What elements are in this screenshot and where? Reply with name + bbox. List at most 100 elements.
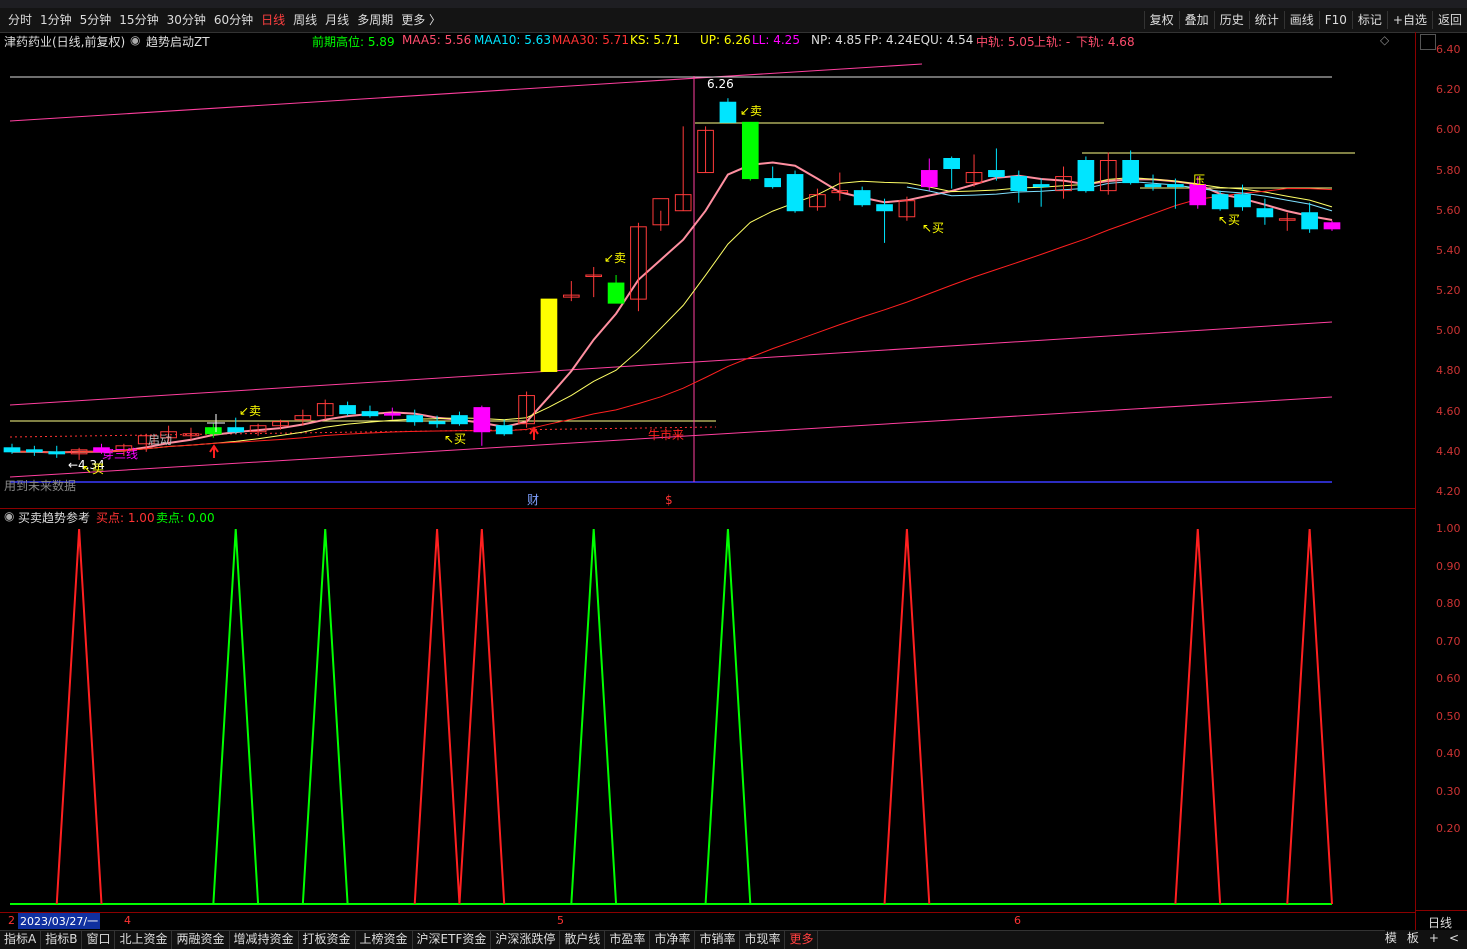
action-button[interactable]: +自选 [1386, 11, 1432, 29]
bottom-tab[interactable]: 指标B [41, 931, 83, 949]
financial-marker: 财 [527, 493, 539, 507]
candle-body [1144, 184, 1162, 188]
bottom-tab[interactable]: 市现率 [740, 931, 786, 949]
bottom-control[interactable]: < [1449, 930, 1459, 948]
action-button[interactable]: F10 [1318, 11, 1352, 29]
signal-name[interactable]: 买卖趋势参考 [18, 509, 90, 526]
action-button[interactable]: 标记 [1351, 11, 1387, 29]
action-button[interactable]: 叠加 [1178, 11, 1214, 29]
candle-body [607, 282, 625, 304]
buy-marker: ↖买 [1218, 213, 1240, 227]
action-button[interactable]: 返回 [1431, 11, 1467, 29]
bottom-tab[interactable]: 市净率 [650, 931, 696, 949]
period-tab[interactable]: 5分钟 [76, 11, 116, 29]
candle [719, 98, 737, 123]
sell-marker: ↙卖 [604, 251, 626, 265]
bottom-tab[interactable]: 上榜资金 [356, 931, 413, 949]
bottom-tab[interactable]: 更多 [785, 931, 819, 949]
period-tab[interactable]: 日线 [257, 11, 289, 29]
candle [674, 126, 692, 212]
period-tab[interactable]: 1分钟 [36, 11, 76, 29]
candle-body [3, 447, 21, 453]
period-tab[interactable]: 更多 〉 [397, 11, 445, 29]
indicator-toggle-icon[interactable]: ◉ [130, 33, 140, 47]
bottom-tab[interactable]: 增减持资金 [230, 931, 299, 949]
bottom-control[interactable]: 模 [1385, 930, 1397, 948]
bottom-tab[interactable]: 市盈率 [605, 931, 651, 949]
diamond-icon[interactable]: ◇ [1380, 33, 1389, 47]
bottom-control[interactable]: + [1429, 930, 1439, 948]
indicator-name[interactable]: 趋势启动ZT [146, 33, 210, 50]
candle-body [1323, 222, 1341, 230]
candle [943, 156, 960, 189]
start-label: 启动 [148, 433, 172, 447]
signal-peak [458, 528, 506, 905]
candle [786, 170, 804, 213]
period-tab[interactable]: 多周期 [353, 11, 397, 29]
action-button[interactable]: 复权 [1143, 11, 1179, 29]
bottom-tab[interactable]: 两融资金 [172, 931, 230, 949]
candle [339, 401, 356, 416]
ll-value: LL: 4.25 [752, 33, 800, 47]
candle [406, 409, 424, 426]
candle [630, 222, 647, 312]
bottom-tab[interactable]: 沪深涨跌停 [491, 931, 561, 949]
bottom-tab[interactable]: 打板资金 [299, 931, 356, 949]
period-tab[interactable]: 60分钟 [210, 11, 257, 29]
pressure-marker: 压 [1193, 173, 1205, 187]
cursor-date: 2023/03/27/一 [18, 913, 101, 929]
period-tab[interactable]: 月线 [321, 11, 353, 29]
action-button[interactable]: 统计 [1248, 11, 1284, 29]
indicator-toggle-icon[interactable]: ◉ [4, 509, 14, 523]
candle-body [1032, 184, 1050, 188]
bottom-control[interactable]: 板 [1407, 930, 1419, 948]
candle [1077, 156, 1095, 193]
chart-header: 津药药业(日线,前复权) ◉ 趋势启动ZT 前期高位: 5.89 MAA5: 5… [0, 32, 1415, 50]
signal-chart[interactable] [0, 508, 1415, 912]
period-indicator[interactable]: 日线 [1415, 910, 1467, 931]
bottom-tab[interactable]: 指标A [0, 931, 42, 949]
period-tab[interactable]: 分时 [4, 11, 36, 29]
action-button[interactable]: 历史 [1213, 11, 1249, 29]
signal-panel[interactable] [0, 508, 1415, 912]
bull-label: 牛市来 [648, 427, 684, 442]
axis-settings-icon[interactable] [1420, 34, 1436, 50]
signal-tick: 0.80 [1436, 597, 1461, 610]
period-tab[interactable]: 30分钟 [163, 11, 210, 29]
candle-body [876, 204, 893, 212]
candle [876, 198, 893, 243]
period-tab[interactable]: 15分钟 [115, 11, 162, 29]
bottom-tab[interactable]: 窗口 [82, 931, 116, 949]
ma10-line [12, 177, 1333, 454]
candle [1055, 166, 1072, 199]
candle-body [227, 427, 245, 433]
signal-tick: 0.60 [1436, 672, 1461, 685]
candle-body [1077, 160, 1095, 192]
third-line-label: 穿三线 [102, 446, 138, 461]
candle-body [1256, 208, 1274, 218]
signal-tick: 0.50 [1436, 709, 1461, 723]
bottom-tab[interactable]: 市销率 [695, 931, 741, 949]
signal-tick: 0.70 [1436, 634, 1461, 648]
candle-body [1234, 194, 1251, 208]
candle-body [451, 415, 468, 425]
signal-peak [1174, 528, 1222, 905]
bottom-tab[interactable]: 沪深ETF资金 [413, 931, 492, 949]
price-panel[interactable]: 6.26 ←4.34 ↙卖 ↙卖 ↙卖 ↖买 ↖买 ↖买 ↖买压牛市来 穿三线 启动 用到未来数据财 $ [0, 32, 1415, 509]
price-tick: 6.20 [1436, 83, 1461, 97]
upper-band: 上轨: - [1034, 35, 1071, 49]
candlestick-chart[interactable]: 6.26←4.34↙卖↙卖↙卖↖买↖买↖买↖买压牛市来穿三线启动用到未来数据财 $ [0, 32, 1415, 508]
action-button[interactable]: 画线 [1283, 11, 1319, 29]
price-tick: 5.20 [1436, 284, 1461, 298]
candle [562, 281, 580, 302]
signal-peak [413, 528, 461, 905]
candle-body [540, 298, 558, 372]
signal-tick: 1.00 [1436, 522, 1461, 535]
price-tick: 6.40 [1436, 43, 1461, 56]
up-value: UP: 6.26 [700, 33, 751, 47]
period-tab[interactable]: 周线 [289, 11, 321, 29]
bottom-tab[interactable]: 散户线 [560, 931, 606, 949]
bottom-tab[interactable]: 北上资金 [115, 931, 173, 949]
signal-peak [1286, 528, 1333, 905]
price-tick: 4.40 [1436, 444, 1461, 458]
